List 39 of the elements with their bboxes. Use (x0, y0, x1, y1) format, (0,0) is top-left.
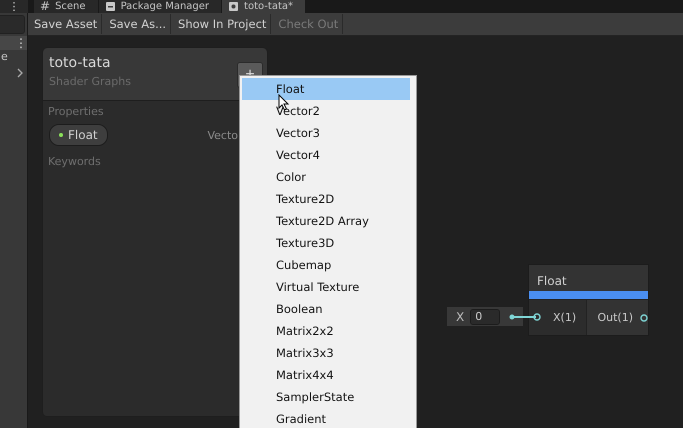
tab[interactable]: toto-tata* (222, 0, 306, 13)
menu-item[interactable]: Color (242, 166, 410, 188)
tab[interactable]: Package Manager (98, 0, 222, 13)
property-pill[interactable]: Float (49, 124, 108, 146)
menu-item[interactable]: Matrix3x3 (242, 342, 410, 364)
port-label: X(1) (529, 300, 588, 335)
list-item[interactable]: e (1, 50, 27, 64)
graph-icon (228, 1, 240, 12)
property-type: Vecto (207, 128, 238, 142)
port-icon[interactable] (640, 314, 648, 322)
menu-item[interactable]: Texture2D (242, 188, 410, 210)
menu-item[interactable]: Float (242, 78, 410, 100)
menu-item[interactable]: Vector2 (242, 100, 410, 122)
menu-item[interactable]: SamplerState (242, 386, 410, 408)
section-label: Properties (48, 105, 105, 118)
menu-item[interactable]: Texture2D Array (242, 210, 410, 232)
more-icon[interactable]: ⋮ (15, 36, 27, 50)
property-name: Float (68, 128, 98, 142)
menu-item[interactable]: Cubemap (242, 254, 410, 276)
menu-item[interactable]: Texture3D (242, 232, 410, 254)
value-field[interactable]: 0 (470, 308, 500, 324)
menu-item[interactable]: Matrix2x2 (242, 320, 410, 342)
section-label: Keywords (48, 155, 102, 168)
menu-item[interactable]: Boolean (242, 298, 410, 320)
menu-item[interactable]: Vector3 (242, 122, 410, 144)
menu-item[interactable]: Matrix4x4 (242, 364, 410, 386)
chevron-right-icon[interactable] (16, 68, 24, 78)
menu-item[interactable]: Vector4 (242, 144, 410, 166)
more-icon[interactable]: ⋮ (0, 0, 28, 13)
blackboard-title: toto-tata (49, 55, 112, 71)
menu-item[interactable]: Gradient (242, 408, 410, 428)
tab[interactable]: # Scene (34, 0, 99, 13)
input-label: X (456, 310, 464, 324)
menu-item[interactable]: Virtual Texture (242, 276, 410, 298)
node-title: Float (537, 274, 568, 290)
package-icon (104, 1, 116, 12)
connection-drawing (509, 313, 541, 321)
graph-node[interactable]: Float X(1) Out(1) (528, 264, 649, 336)
port-label: Out(1) (597, 311, 633, 324)
